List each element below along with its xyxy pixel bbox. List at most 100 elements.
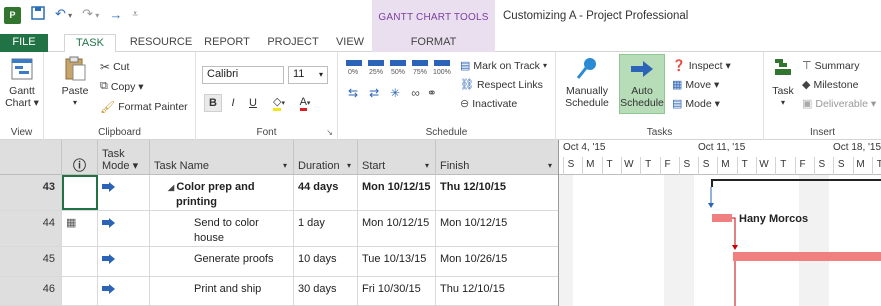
tab-view[interactable]: VIEW [332,34,368,52]
table-row[interactable]: 43 ◢ Color prep and printing 44 days Mon … [0,175,558,211]
summary-bar[interactable] [711,179,881,181]
start-cell[interactable]: Tue 10/13/15 [358,247,436,276]
format-painter-button[interactable]: 🖌 Format Painter [100,100,188,114]
split-icon: ✳ [390,86,401,100]
clipboard-group-label: Clipboard [98,127,141,138]
auto-schedule-button[interactable]: Auto Schedule [618,56,666,109]
task-name-cell[interactable]: ◢ Color prep and printing [150,175,294,210]
tasks-group-label: Tasks [646,127,673,138]
tab-project[interactable]: PROJECT [262,34,324,52]
info-cell[interactable]: ▦ [62,211,98,246]
chain-icon: ∞ [411,86,420,100]
duration-cell[interactable]: 30 days [294,277,358,305]
task-name-cell[interactable]: Print and ship [150,277,294,305]
tab-format[interactable]: FORMAT [372,34,495,52]
insert-task-button[interactable]: Task ▾ [768,56,798,109]
tab-task[interactable]: TASK [64,34,116,53]
italic-button[interactable]: I [224,94,242,112]
forward-icon[interactable]: → [109,7,122,23]
finish-cell[interactable]: Mon 10/26/15 [436,247,558,276]
duration-cell[interactable]: 1 day [294,211,358,246]
start-cell[interactable]: Mon 10/12/15 [358,211,436,246]
highlight-color-button[interactable]: ◇ ▾ [268,94,290,112]
link-arrow-icon [708,203,714,208]
summary-button[interactable]: ⊤ Summary [802,59,860,73]
auto-scheduled-icon [102,218,116,228]
gantt-bars: Hany Morcos [708,179,881,306]
table-row[interactable]: 44 ▦ Send to color house 1 day Mon 10/12/… [0,211,558,247]
font-color-button[interactable]: A ▾ [294,94,316,112]
quick-access-toolbar: P ↶ ▾ ↷ ▾ → ⩡ [4,6,138,24]
row-id[interactable]: 44 [0,211,62,246]
dialog-launcher-icon[interactable]: ↘ [326,128,333,137]
respect-links-icon: ⛓ [460,79,474,91]
start-column-header[interactable]: Start ▾ [358,140,436,175]
finish-cell[interactable]: Thu 12/10/15 [436,277,558,305]
finish-cell[interactable]: Thu 12/10/15 [436,175,558,210]
task-bar[interactable] [712,214,732,222]
copy-button[interactable]: ⧉ Copy ▾ [100,80,144,93]
tab-report[interactable]: REPORT [200,34,254,52]
day-label: T [640,157,655,175]
link-tasks-button[interactable]: ⇆ ⇄ ✳ ∞ ⚭ [348,86,437,100]
task-mode-column-header[interactable]: Task Mode ▾ [98,140,150,175]
tab-file[interactable]: FILE [0,34,48,52]
mark-on-track-button[interactable]: ▤ Mark on Track ▾ [460,59,547,73]
respect-links-button[interactable]: ⛓ Respect Links [460,78,543,92]
week-label: Oct 4, '15 [563,142,606,153]
redo-icon[interactable]: ↷ ▾ [82,6,99,24]
deliverable-button[interactable]: ▣ Deliverable ▾ [802,97,876,111]
table-row[interactable]: 46 Print and ship 30 days Fri 10/30/15 T… [0,277,558,306]
row-id[interactable]: 46 [0,277,62,305]
manually-schedule-button[interactable]: Manually Schedule [562,56,612,109]
info-column-header[interactable]: ⓘ [62,140,98,175]
finish-cell[interactable]: Mon 10/12/15 [436,211,558,246]
underline-button[interactable]: U [244,94,262,112]
task-bar[interactable] [733,252,881,261]
mode-button[interactable]: ▤ Mode ▾ [672,97,720,111]
start-cell[interactable]: Mon 10/12/15 [358,175,436,210]
task-name-column-header[interactable]: Task Name ▾ [150,140,294,175]
inactivate-button[interactable]: ⊖ Inactivate [460,97,517,111]
gantt-chart-button[interactable]: Gantt Chart ▾ [4,56,40,109]
task-name-cell[interactable]: Send to color house [150,211,294,246]
highlight-icon: ◇ [273,95,282,111]
percent-complete-icons[interactable]: 0% 25% 50% 75% 100% [344,58,456,76]
undo-icon[interactable]: ↶ ▾ [55,6,72,24]
move-button[interactable]: ▦ Move ▾ [672,78,719,92]
scissors-icon: ✂ [100,60,111,74]
duration-cell[interactable]: 44 days [294,175,358,210]
row-id[interactable]: 45 [0,247,62,276]
milestone-button[interactable]: ◆ Milestone [802,78,858,92]
cut-button[interactable]: ✂ Cut [100,60,129,74]
tab-resource[interactable]: RESOURCE [126,34,196,52]
task-mode-cell[interactable] [98,211,150,246]
start-cell[interactable]: Fri 10/30/15 [358,277,436,305]
row-id[interactable]: 43 [0,175,62,210]
finish-column-header[interactable]: Finish ▾ [436,140,558,175]
font-size-select[interactable]: 11 ▾ [288,66,328,84]
day-label: T [775,157,790,175]
info-cell[interactable] [62,277,98,305]
task-mode-cell[interactable] [98,247,150,276]
select-all-corner[interactable] [0,140,62,175]
task-mode-cell[interactable] [98,175,150,210]
duration-column-header[interactable]: Duration ▾ [294,140,358,175]
gantt-chart-pane[interactable]: Oct 4, '15 Oct 11, '15 Oct 18, '15 SMTWT… [558,140,881,306]
font-family-select[interactable]: Calibri [202,66,284,84]
day-label: S [813,157,829,175]
info-cell[interactable] [62,175,98,210]
customize-qat-icon[interactable]: ⩡ [132,7,138,23]
paste-button[interactable]: Paste ▾ [58,56,92,109]
task-name-cell[interactable]: Generate proofs [150,247,294,276]
summary-icon: ⊤ [802,60,812,72]
duration-cell[interactable]: 10 days [294,247,358,276]
move-icon: ▦ [672,79,683,91]
save-icon[interactable] [31,6,45,24]
task-mode-cell[interactable] [98,277,150,305]
inspect-button[interactable]: ❓ Inspect ▾ [672,59,731,73]
table-row[interactable]: 45 Generate proofs 10 days Tue 10/13/15 … [0,247,558,277]
unlink-icon: ⇄ [369,86,380,100]
info-cell[interactable] [62,247,98,276]
bold-button[interactable]: B [204,94,222,112]
